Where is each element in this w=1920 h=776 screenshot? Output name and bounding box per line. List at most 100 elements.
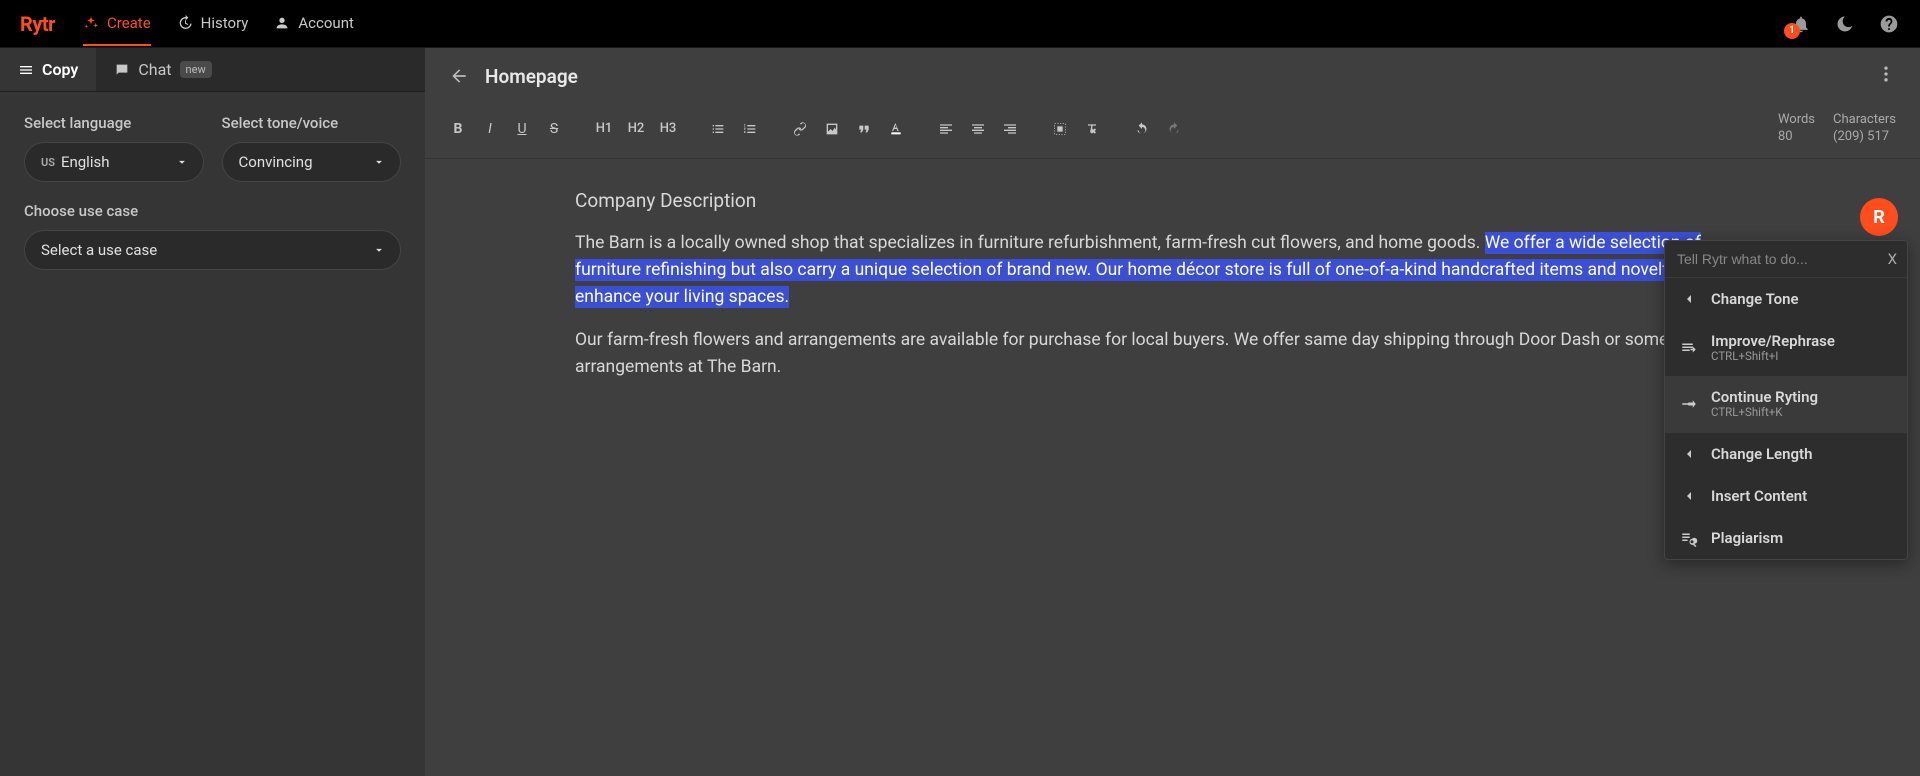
ctx-improve-label: Improve/Rephrase [1711, 332, 1835, 350]
person-icon [274, 15, 290, 31]
align-center-button[interactable] [969, 121, 987, 137]
image-icon [824, 121, 840, 137]
h1-button[interactable]: H1 [595, 121, 613, 136]
chevron-left-icon [1681, 488, 1697, 504]
arrow-left-icon [449, 66, 469, 86]
align-right-button[interactable] [1001, 121, 1019, 137]
ordered-list-icon [742, 121, 758, 137]
editor-toolbar: B I U S H1 H2 H3 [425, 104, 1920, 159]
words-label: Words [1778, 112, 1815, 129]
underline-button[interactable]: U [513, 121, 531, 137]
doc-title[interactable]: Homepage [485, 65, 578, 88]
link-icon [792, 121, 808, 137]
context-menu: X Change Tone Improve/Rephrase CTRL+Shif… [1664, 240, 1908, 560]
ctx-change-length-label: Change Length [1711, 445, 1812, 463]
content-heading: Company Description [575, 189, 1770, 212]
ordered-list-button[interactable] [741, 121, 759, 137]
h2-button[interactable]: H2 [627, 121, 645, 136]
sparkle-icon [83, 15, 99, 31]
brand-logo[interactable]: Rytr [20, 12, 55, 36]
ctx-continue[interactable]: Continue Ryting CTRL+Shift+K [1665, 376, 1907, 432]
ctx-continue-shortcut: CTRL+Shift+K [1711, 406, 1818, 420]
align-left-button[interactable] [937, 121, 955, 137]
ctx-insert-label: Insert Content [1711, 487, 1807, 505]
tab-chat-label: Chat [138, 60, 171, 79]
ctx-command-input[interactable] [1665, 241, 1878, 277]
tone-value: Convincing [239, 153, 313, 171]
quote-button[interactable] [855, 121, 873, 137]
ctx-close-button[interactable]: X [1878, 242, 1907, 276]
tab-copy[interactable]: Copy [0, 48, 96, 91]
clear-format-icon [1084, 121, 1100, 137]
image-button[interactable] [823, 121, 841, 137]
link-button[interactable] [791, 121, 809, 137]
chevron-left-icon [1681, 291, 1697, 307]
chevron-down-icon [372, 155, 386, 169]
editor-header: Homepage [425, 48, 1920, 104]
lang-prefix: US [41, 156, 55, 169]
ctx-plagiarism[interactable]: Plagiarism [1665, 517, 1907, 559]
align-left-icon [938, 121, 954, 137]
nav-items: Create History Account [83, 2, 354, 46]
nav-history[interactable]: History [177, 2, 249, 46]
align-right-icon [1002, 121, 1018, 137]
sidebar-tabs: Copy Chat new [0, 48, 425, 92]
ctx-continue-label: Continue Ryting [1711, 388, 1818, 406]
strike-button[interactable]: S [545, 121, 563, 137]
words-value: 80 [1778, 129, 1815, 146]
language-label: Select language [24, 114, 204, 132]
bold-button[interactable]: B [449, 121, 467, 137]
text-color-button[interactable] [887, 121, 905, 137]
ctx-insert-content[interactable]: Insert Content [1665, 475, 1907, 517]
ctx-change-tone-label: Change Tone [1711, 290, 1799, 308]
chat-new-badge: new [180, 61, 212, 78]
align-center-icon [970, 121, 986, 137]
ctx-change-tone[interactable]: Change Tone [1665, 278, 1907, 320]
quote-icon [856, 121, 872, 137]
usecase-value: Select a use case [41, 241, 157, 259]
theme-toggle[interactable] [1834, 13, 1856, 35]
sidebar: Copy Chat new Select language US English [0, 48, 425, 776]
sidebar-body: Select language US English Select tone/v… [0, 92, 425, 292]
word-count: Words 80 Characters (209) 517 [1778, 112, 1896, 146]
nav-create[interactable]: Create [83, 2, 151, 46]
chevron-left-icon [1681, 446, 1697, 462]
undo-button[interactable] [1133, 121, 1151, 137]
notifications-button[interactable]: 1 [1790, 13, 1812, 35]
help-button[interactable] [1878, 13, 1900, 35]
ai-avatar[interactable]: R [1860, 198, 1898, 236]
main-layout: Copy Chat new Select language US English [0, 48, 1920, 776]
language-select[interactable]: US English [24, 142, 204, 182]
notif-badge: 1 [1784, 23, 1800, 39]
history-icon [177, 15, 193, 31]
ctx-plagiarism-label: Plagiarism [1711, 529, 1783, 547]
chars-label: Characters [1833, 112, 1896, 129]
ctx-change-length[interactable]: Change Length [1665, 433, 1907, 475]
italic-button[interactable]: I [481, 121, 499, 137]
help-icon [1879, 14, 1899, 34]
paragraph-1: The Barn is a locally owned shop that sp… [575, 230, 1770, 311]
nav-account[interactable]: Account [274, 2, 354, 46]
ctx-improve[interactable]: Improve/Rephrase CTRL+Shift+I [1665, 320, 1907, 376]
top-nav: Rytr Create History Account 1 [0, 0, 1920, 48]
doc-menu-button[interactable] [1876, 64, 1896, 88]
bullet-list-button[interactable] [709, 121, 727, 137]
editor-pane: Homepage B I U S H1 H2 H3 [425, 48, 1920, 776]
tab-copy-label: Copy [42, 60, 78, 79]
back-button[interactable] [449, 66, 469, 86]
paragraph-2: Our farm-fresh flowers and arrangements … [575, 327, 1770, 381]
ctx-improve-shortcut: CTRL+Shift+I [1711, 350, 1835, 364]
continue-icon [1680, 395, 1698, 413]
tab-chat[interactable]: Chat new [96, 48, 229, 91]
redo-button[interactable] [1165, 121, 1183, 137]
usecase-select[interactable]: Select a use case [24, 230, 401, 270]
clear-format-button[interactable] [1083, 121, 1101, 137]
tone-select[interactable]: Convincing [222, 142, 402, 182]
chars-value: (209) 517 [1833, 129, 1896, 146]
language-value: English [61, 153, 110, 171]
select-all-icon [1052, 121, 1068, 137]
chevron-down-icon [372, 243, 386, 257]
h3-button[interactable]: H3 [659, 121, 677, 136]
plagiarism-icon [1680, 529, 1698, 547]
select-all-button[interactable] [1051, 121, 1069, 137]
